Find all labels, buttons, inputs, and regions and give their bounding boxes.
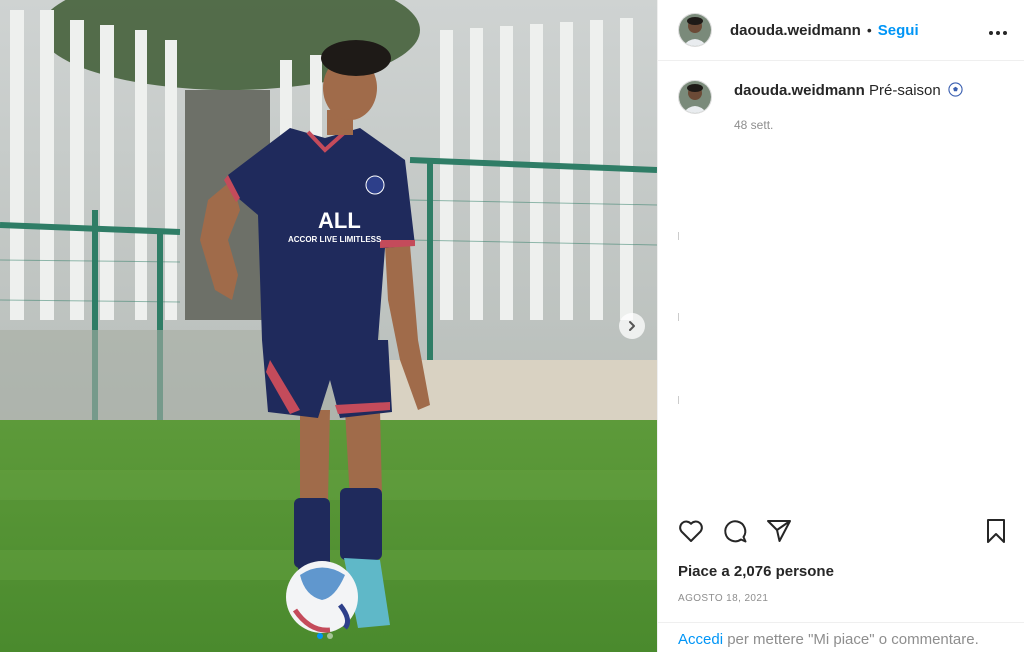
divider-tick <box>678 313 679 321</box>
post-media[interactable]: ALL ACCOR LIVE LIMITLESS <box>0 0 657 652</box>
carousel-next-button[interactable] <box>619 313 645 339</box>
separator-dot: • <box>866 22 872 38</box>
share-icon <box>767 520 791 542</box>
shirt-sponsor-sub: ACCOR LIVE LIMITLESS <box>288 235 382 244</box>
post-details-panel: daouda.weidmann • Segui daouda.weidmann … <box>657 0 1024 652</box>
more-options-button[interactable] <box>988 19 1008 42</box>
divider-tick <box>678 396 679 404</box>
post-actions <box>676 516 1011 546</box>
likes-count[interactable]: Piace a 2,076 persone <box>678 563 834 580</box>
carousel-dot <box>317 633 323 639</box>
save-button[interactable] <box>981 516 1011 546</box>
caption-username[interactable]: daouda.weidmann <box>734 82 865 99</box>
bookmark-icon <box>987 519 1005 543</box>
carousel-dot <box>327 633 333 639</box>
post-photo: ALL ACCOR LIVE LIMITLESS <box>0 0 657 652</box>
login-prompt-text: per mettere "Mi piace" o commentare. <box>723 631 979 648</box>
heart-icon <box>679 520 703 542</box>
share-button[interactable] <box>764 516 794 546</box>
follow-button[interactable]: Segui <box>878 22 919 39</box>
shirt-sponsor: ALL <box>318 208 361 233</box>
more-horizontal-icon <box>989 30 1007 35</box>
divider-tick <box>678 232 679 240</box>
avatar[interactable] <box>678 80 712 114</box>
caption-time[interactable]: 48 sett. <box>734 118 963 132</box>
comment-button[interactable] <box>720 516 750 546</box>
soccer-ball-icon <box>948 82 963 97</box>
comment-icon <box>724 520 747 543</box>
login-link[interactable]: Accedi <box>678 631 723 648</box>
caption-text: Pré-saison <box>869 82 941 99</box>
header-username[interactable]: daouda.weidmann <box>730 22 861 39</box>
carousel-dots <box>317 633 333 639</box>
avatar[interactable] <box>678 13 712 47</box>
like-button[interactable] <box>676 516 706 546</box>
chevron-right-icon <box>629 321 635 331</box>
login-prompt: Accedi per mettere "Mi piace" o commenta… <box>658 622 1024 652</box>
post-date[interactable]: AGOSTO 18, 2021 <box>678 593 768 604</box>
caption: daouda.weidmann Pré-saison 48 sett. <box>678 80 963 132</box>
post-header: daouda.weidmann • Segui <box>658 0 1024 61</box>
